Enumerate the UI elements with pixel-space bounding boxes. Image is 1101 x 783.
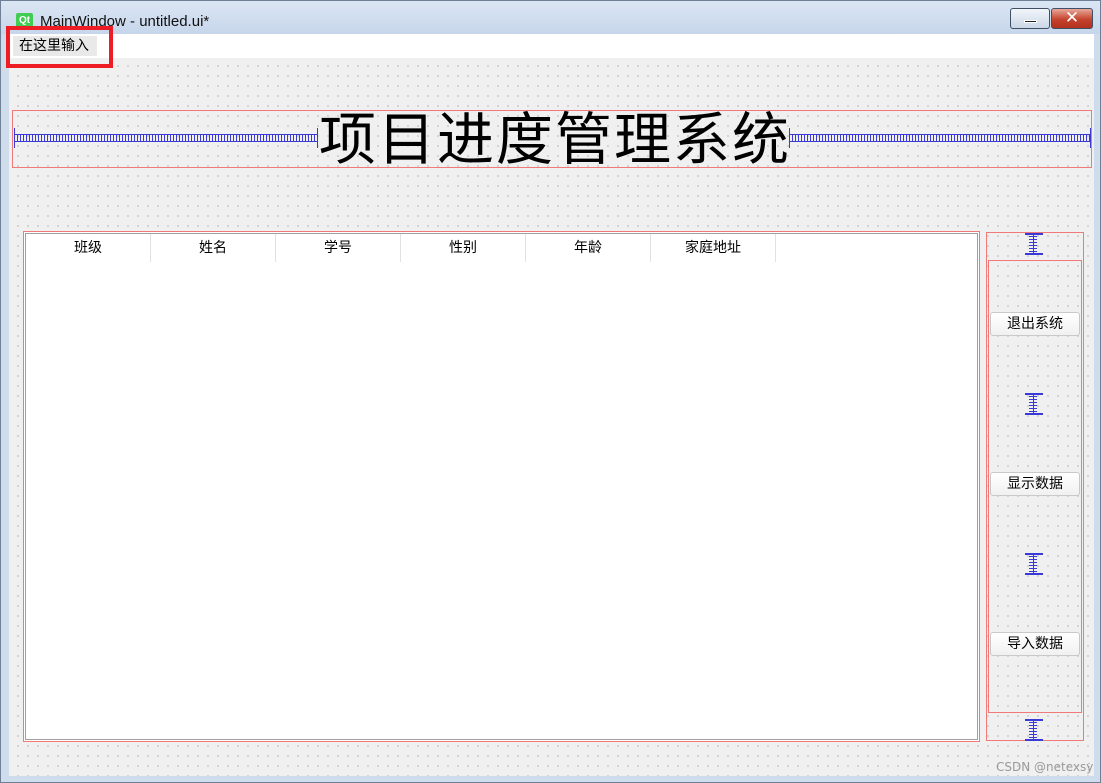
close-icon: ✕ <box>1064 8 1080 28</box>
table-viewport[interactable]: 班级 姓名 学号 性别 年龄 家庭地址 <box>25 233 978 740</box>
import-data-button[interactable]: 导入数据 <box>990 632 1080 656</box>
watermark: CSDN @netexsy <box>996 760 1094 774</box>
resize-grip-icon[interactable]: ⋮ <box>1084 762 1094 774</box>
vertical-spacer[interactable] <box>1025 719 1043 741</box>
column-header[interactable]: 班级 <box>26 234 151 262</box>
minimize-button[interactable] <box>1010 8 1050 29</box>
menu-bar: 在这里输入 <box>9 34 1094 58</box>
spacer-cap <box>1090 128 1091 148</box>
show-data-button[interactable]: 显示数据 <box>990 472 1080 496</box>
column-header[interactable]: 家庭地址 <box>651 234 776 262</box>
exit-button[interactable]: 退出系统 <box>990 312 1080 336</box>
vertical-spacer[interactable] <box>1025 553 1043 575</box>
column-header[interactable]: 姓名 <box>151 234 276 262</box>
column-header[interactable]: 性别 <box>401 234 526 262</box>
close-button[interactable]: ✕ <box>1051 8 1093 29</box>
column-header[interactable]: 年龄 <box>526 234 651 262</box>
column-header[interactable]: 学号 <box>276 234 401 262</box>
spacer-cap <box>317 128 318 148</box>
main-window: Qt MainWindow - untitled.ui* ✕ 在这里输入 项目进… <box>0 0 1101 783</box>
page-title[interactable]: 项目进度管理系统 <box>319 107 789 173</box>
minimize-icon <box>1024 20 1037 23</box>
title-bar[interactable]: Qt MainWindow - untitled.ui* ✕ <box>1 1 1100 34</box>
table-header: 班级 姓名 学号 性别 年龄 家庭地址 <box>26 234 776 262</box>
right-horizontal-spacer[interactable] <box>789 134 1091 142</box>
left-horizontal-spacer[interactable] <box>14 134 317 142</box>
annotation-highlight-box <box>6 26 113 68</box>
data-table[interactable]: 班级 姓名 学号 性别 年龄 家庭地址 <box>23 231 980 742</box>
vertical-spacer[interactable] <box>1025 233 1043 255</box>
vertical-spacer[interactable] <box>1025 393 1043 415</box>
